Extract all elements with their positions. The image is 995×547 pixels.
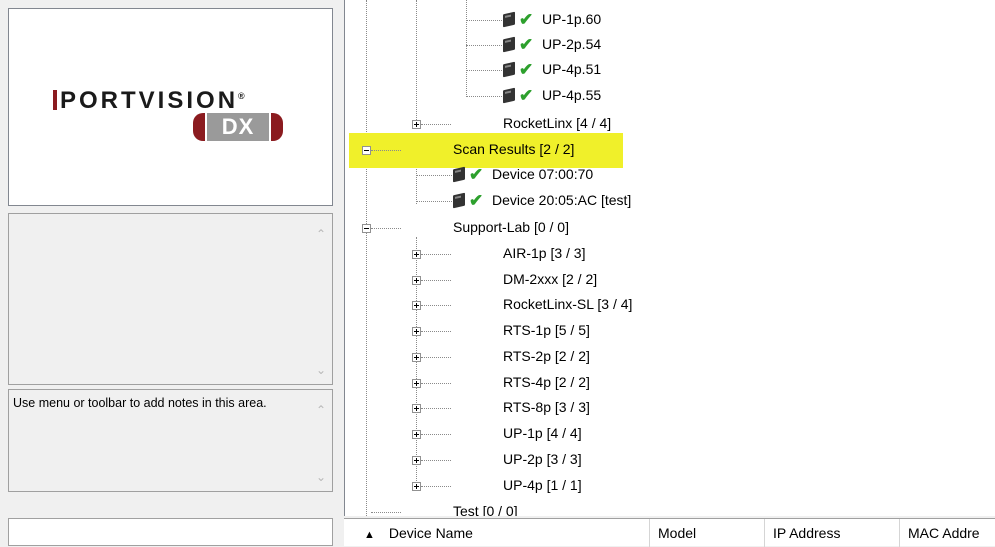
expand-icon[interactable]: [412, 301, 421, 310]
tree-node-folder[interactable]: RocketLinx-SL [3 / 4]: [345, 293, 745, 317]
expand-icon[interactable]: [412, 353, 421, 362]
portvision-logo: PORTVISION®: [53, 87, 245, 115]
column-ip-address[interactable]: IP Address: [765, 519, 900, 547]
tree-node-folder[interactable]: UP-4p [1 / 1]: [345, 474, 745, 498]
folder-icon: [451, 322, 485, 340]
notes-scrollbar[interactable]: ⌃ ⌄: [312, 392, 330, 489]
tree-node-device[interactable]: ✔ UP-4p.51: [345, 58, 745, 82]
tree-node-device[interactable]: ✔ UP-1p.60: [345, 8, 745, 32]
tree-node-folder[interactable]: RTS-1p [5 / 5]: [345, 319, 745, 343]
left-status-area: [8, 518, 333, 546]
scroll-up-icon[interactable]: ⌃: [315, 404, 327, 416]
tree-node-folder[interactable]: AIR-1p [3 / 3]: [345, 242, 745, 266]
check-icon: ✔: [519, 35, 534, 54]
scroll-down-icon[interactable]: ⌄: [315, 471, 327, 483]
folder-icon: [451, 245, 485, 263]
column-mac-address[interactable]: MAC Addre: [900, 519, 995, 547]
tree-node-folder[interactable]: UP-2p [3 / 3]: [345, 448, 745, 472]
folder-icon: [401, 219, 435, 237]
column-device-name[interactable]: ▲ Device Name: [344, 519, 650, 547]
expand-icon[interactable]: [412, 404, 421, 413]
folder-icon: [451, 451, 485, 469]
check-icon: ✔: [469, 191, 484, 210]
tree-node-device[interactable]: ✔ Device 07:00:70: [345, 163, 745, 187]
tree-node-folder[interactable]: RTS-2p [2 / 2]: [345, 345, 745, 369]
device-tree[interactable]: ✔ UP-1p.60 ✔ UP-2p.54 ✔ UP-4p.51 ✔ UP-4p…: [344, 0, 995, 516]
notes-panel[interactable]: Use menu or toolbar to add notes in this…: [8, 389, 333, 492]
folder-icon: [451, 399, 485, 417]
device-icon: [503, 11, 515, 28]
device-icon: [503, 87, 515, 104]
column-model[interactable]: Model: [650, 519, 765, 547]
properties-scrollbar[interactable]: ⌃ ⌄: [312, 216, 330, 382]
device-icon: [503, 61, 515, 78]
expand-icon[interactable]: [412, 276, 421, 285]
logo-panel: PORTVISION® DX: [8, 8, 333, 206]
tree-node-device[interactable]: ✔ Device 20:05:AC [test]: [345, 189, 745, 213]
collapse-icon[interactable]: [362, 224, 371, 233]
folder-icon: [451, 425, 485, 443]
expand-icon[interactable]: [412, 482, 421, 491]
properties-panel: ⌃ ⌄: [8, 213, 333, 385]
folder-icon: [401, 141, 435, 159]
tree-node-folder[interactable]: RTS-8p [3 / 3]: [345, 396, 745, 420]
tree-node-device[interactable]: ✔ UP-4p.55: [345, 84, 745, 108]
device-icon: [453, 166, 465, 183]
collapse-icon[interactable]: [362, 146, 371, 155]
device-icon: [503, 36, 515, 53]
tree-node-folder[interactable]: Test [0 / 0]: [345, 500, 745, 516]
expand-icon[interactable]: [412, 120, 421, 129]
tree-node-folder[interactable]: RTS-4p [2 / 2]: [345, 371, 745, 395]
folder-icon: [451, 115, 485, 133]
device-icon: [453, 192, 465, 209]
sort-ascending-icon: ▲: [364, 529, 375, 541]
tree-node-folder[interactable]: DM-2xxx [2 / 2]: [345, 268, 745, 292]
tree-node-folder[interactable]: UP-1p [4 / 4]: [345, 422, 745, 446]
panel-splitter[interactable]: [336, 0, 344, 546]
expand-icon[interactable]: [412, 327, 421, 336]
notes-text[interactable]: Use menu or toolbar to add notes in this…: [13, 396, 273, 411]
scroll-up-icon[interactable]: ⌃: [315, 228, 327, 240]
tree-node-device[interactable]: ✔ UP-2p.54: [345, 33, 745, 57]
folder-icon: [451, 348, 485, 366]
folder-icon: [451, 296, 485, 314]
dx-badge: DX: [193, 113, 283, 141]
tree-node-folder-selected[interactable]: Scan Results [2 / 2]: [345, 138, 745, 162]
check-icon: ✔: [469, 165, 484, 184]
folder-icon: [451, 477, 485, 495]
check-icon: ✔: [519, 60, 534, 79]
tree-node-folder[interactable]: RocketLinx [4 / 4]: [345, 112, 745, 136]
expand-icon[interactable]: [412, 430, 421, 439]
expand-icon[interactable]: [412, 250, 421, 259]
device-list-header: ▲ Device Name Model IP Address MAC Addre: [344, 518, 995, 547]
scroll-down-icon[interactable]: ⌄: [315, 364, 327, 376]
expand-icon[interactable]: [412, 456, 421, 465]
check-icon: ✔: [519, 86, 534, 105]
folder-icon: [451, 374, 485, 392]
check-icon: ✔: [519, 10, 534, 29]
expand-icon[interactable]: [412, 379, 421, 388]
tree-node-folder[interactable]: Support-Lab [0 / 0]: [345, 216, 745, 240]
folder-icon: [401, 503, 435, 516]
folder-icon: [451, 271, 485, 289]
